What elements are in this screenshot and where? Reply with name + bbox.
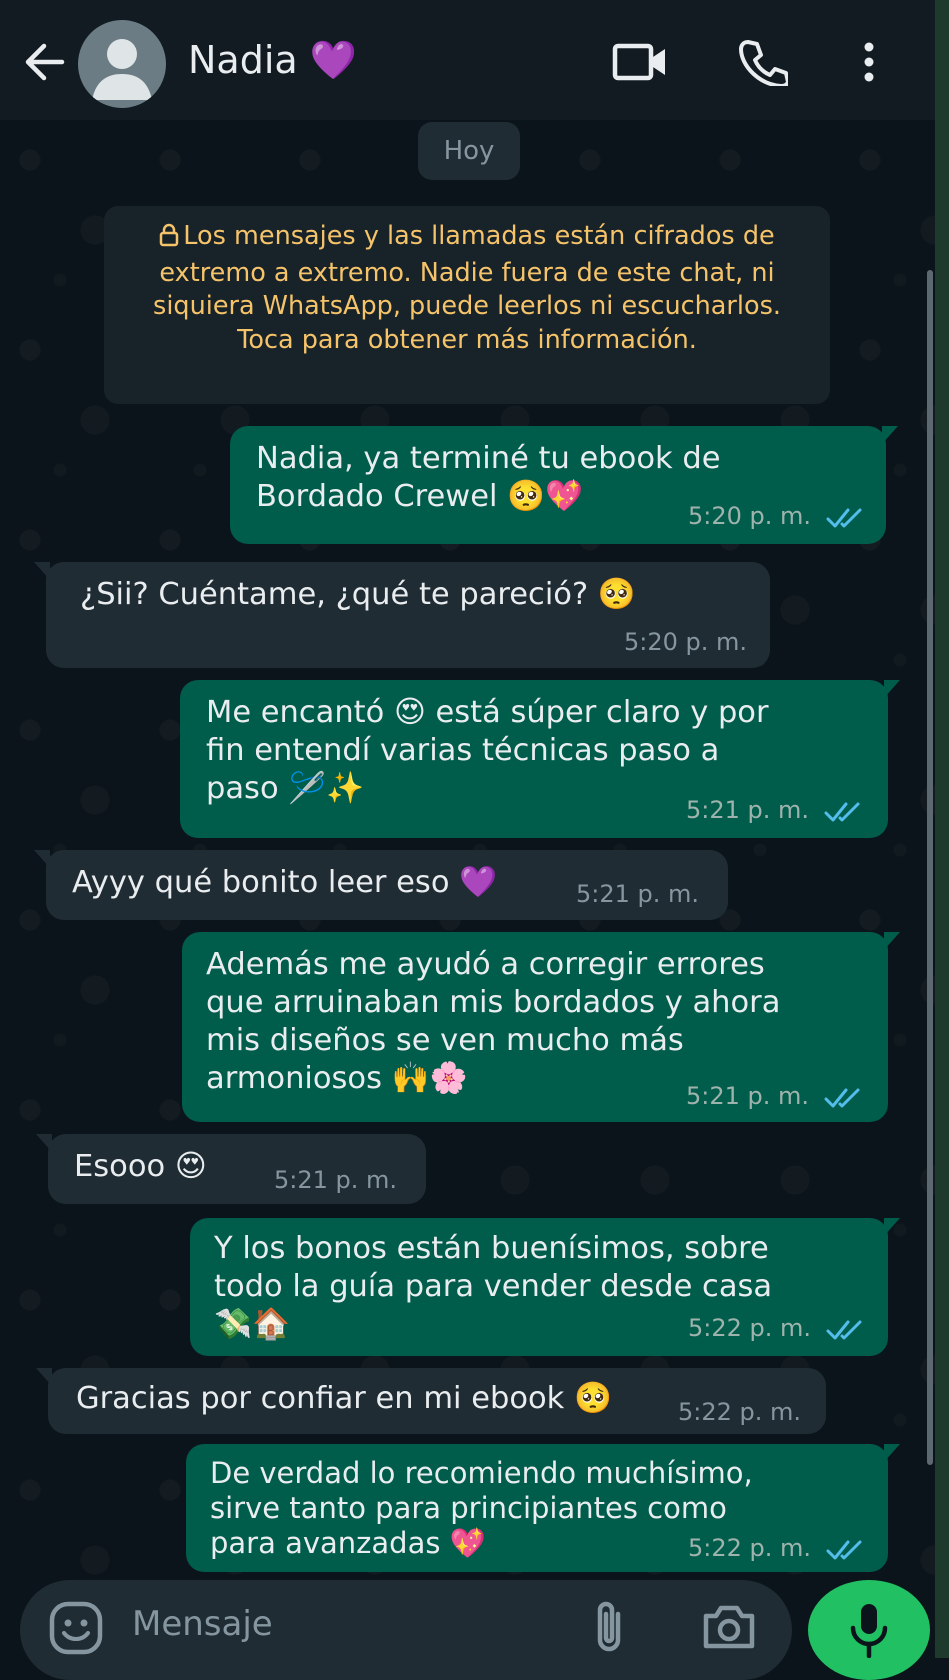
lock-icon (159, 223, 179, 257)
message-time: 5:21 p. m. (274, 1166, 398, 1194)
message-text: ¿Sii? Cuéntame, ¿qué te pareció? 🥺 (80, 577, 636, 612)
message-bubble[interactable]: Me encantó 😍 está súper claro y por fin … (180, 680, 900, 838)
read-ticks-icon (826, 1318, 866, 1346)
voice-message-button[interactable] (808, 1580, 930, 1680)
date-chip: Hoy (418, 122, 520, 180)
bubble-tail (34, 850, 50, 868)
bubble-tail (884, 1218, 900, 1236)
back-arrow-icon[interactable] (22, 40, 66, 84)
message-time: 5:21 p. m. (686, 796, 810, 824)
message-time: 5:20 p. m. (688, 502, 812, 530)
message-text: Además me ayudó a corregir errores que a… (206, 947, 781, 1096)
phone-icon[interactable] (738, 38, 790, 90)
encryption-notice[interactable]: Los mensajes y las llamadas están cifrad… (104, 206, 830, 404)
bubble-tail (884, 680, 900, 698)
camera-icon[interactable] (700, 1602, 758, 1656)
mic-icon (850, 1602, 888, 1662)
message-bubble[interactable]: Ayyy qué bonito leer eso 💜 5:21 p. m. (34, 850, 728, 920)
contact-name[interactable]: Nadia 💜 (188, 38, 357, 83)
attach-icon[interactable] (592, 1598, 628, 1660)
message-text: Me encantó 😍 está súper claro y por fin … (206, 695, 769, 806)
message-time: 5:22 p. m. (688, 1534, 812, 1562)
message-bubble[interactable]: ¿Sii? Cuéntame, ¿qué te pareció? 🥺 5:20 … (34, 562, 770, 668)
message-text: Ayyy qué bonito leer eso 💜 (72, 865, 498, 900)
message-bubble[interactable]: Esooo 😍 5:21 p. m. (36, 1134, 426, 1204)
message-time: 5:20 p. m. (624, 628, 748, 656)
message-bubble[interactable]: Nadia, ya terminé tu ebook de Bordado Cr… (230, 426, 898, 544)
bubble-tail (36, 1368, 52, 1386)
bubble-tail (36, 1134, 52, 1152)
message-text: De verdad lo recomiendo muchísimo, sirve… (210, 1456, 753, 1560)
message-text: Esooo 😍 (74, 1149, 207, 1184)
bubble-tail (34, 562, 50, 580)
message-input[interactable]: Mensaje (132, 1604, 273, 1644)
message-text: Gracias por confiar en mi ebook 🥺 (76, 1381, 612, 1416)
emoji-icon[interactable] (48, 1600, 104, 1660)
window-edge (935, 0, 949, 1658)
message-bubble[interactable]: Gracias por confiar en mi ebook 🥺 5:22 p… (36, 1368, 826, 1434)
message-time: 5:22 p. m. (688, 1314, 812, 1342)
read-ticks-icon (826, 1538, 866, 1566)
avatar-icon[interactable] (78, 20, 166, 108)
encryption-notice-text: Los mensajes y las llamadas están cifrad… (153, 221, 781, 355)
chat-header: Nadia 💜 (0, 0, 935, 120)
video-call-icon[interactable] (612, 40, 668, 88)
message-bubble[interactable]: Y los bonos están buenísimos, sobre todo… (190, 1218, 900, 1356)
message-time: 5:21 p. m. (686, 1082, 810, 1110)
bubble-tail (884, 1444, 900, 1462)
message-bubble[interactable]: Además me ayudó a corregir errores que a… (182, 932, 900, 1122)
message-time: 5:21 p. m. (576, 880, 700, 908)
read-ticks-icon (826, 506, 866, 534)
message-time: 5:22 p. m. (678, 1398, 802, 1426)
read-ticks-icon (824, 1086, 864, 1114)
read-ticks-icon (824, 800, 864, 828)
bubble-tail (884, 932, 900, 950)
message-text: Nadia, ya terminé tu ebook de Bordado Cr… (256, 441, 721, 514)
chat-scrollbar[interactable] (927, 270, 933, 1465)
message-bubble[interactable]: De verdad lo recomiendo muchísimo, sirve… (186, 1444, 900, 1572)
bubble-tail (882, 426, 898, 444)
more-options-icon[interactable] (862, 40, 876, 88)
